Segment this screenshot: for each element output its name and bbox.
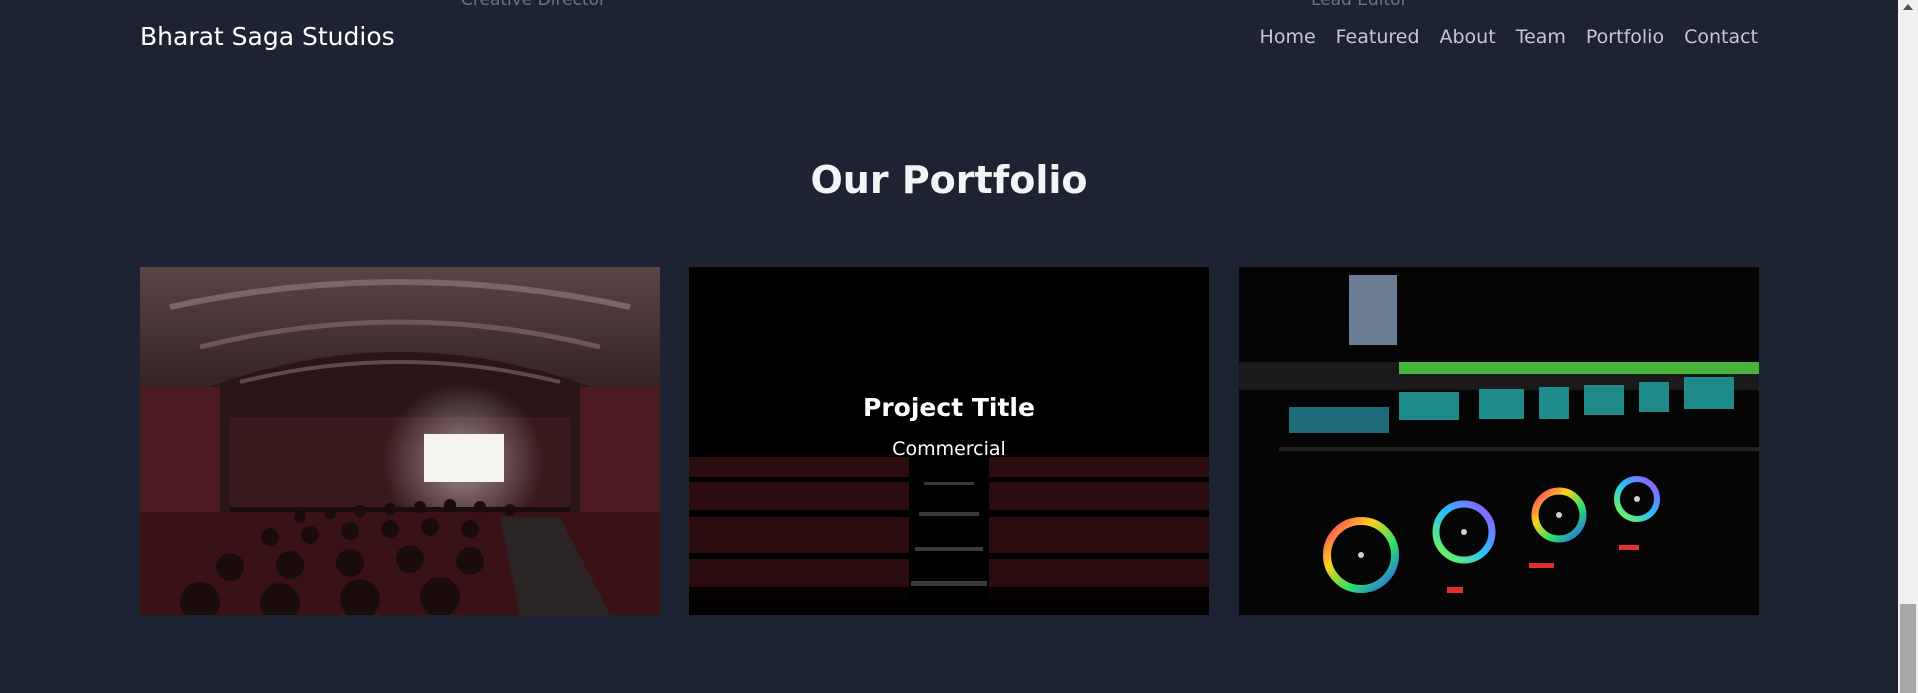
nav-featured[interactable]: Featured xyxy=(1336,26,1420,48)
portfolio-card-cinema[interactable] xyxy=(140,267,660,615)
nav-contact[interactable]: Contact xyxy=(1684,26,1758,48)
project-title: Project Title xyxy=(863,392,1035,422)
nav-portfolio[interactable]: Portfolio xyxy=(1586,26,1664,48)
page: Creative Director Lead Editor Bharat Sag… xyxy=(0,0,1898,693)
scroll-up-arrow-icon[interactable] xyxy=(1903,4,1913,10)
navbar: Bharat Saga Studios Home Featured About … xyxy=(0,0,1898,75)
nav-home[interactable]: Home xyxy=(1260,26,1316,48)
brand-logo[interactable]: Bharat Saga Studios xyxy=(140,22,395,51)
cinema-audience-image xyxy=(140,267,660,615)
main-nav: Home Featured About Team Portfolio Conta… xyxy=(1260,26,1758,48)
nav-team[interactable]: Team xyxy=(1516,26,1566,48)
scrollbar-thumb[interactable] xyxy=(1900,604,1916,693)
portfolio-card-featured[interactable]: Project Title Commercial xyxy=(689,267,1209,615)
nav-about[interactable]: About xyxy=(1440,26,1496,48)
color-grading-software-image xyxy=(1239,267,1759,615)
card-overlay: Project Title Commercial xyxy=(689,267,1209,615)
portfolio-card-color-grading[interactable] xyxy=(1239,267,1759,615)
vertical-scrollbar[interactable] xyxy=(1898,0,1918,693)
section-title: Our Portfolio xyxy=(810,158,1088,202)
project-category: Commercial xyxy=(892,437,1006,460)
